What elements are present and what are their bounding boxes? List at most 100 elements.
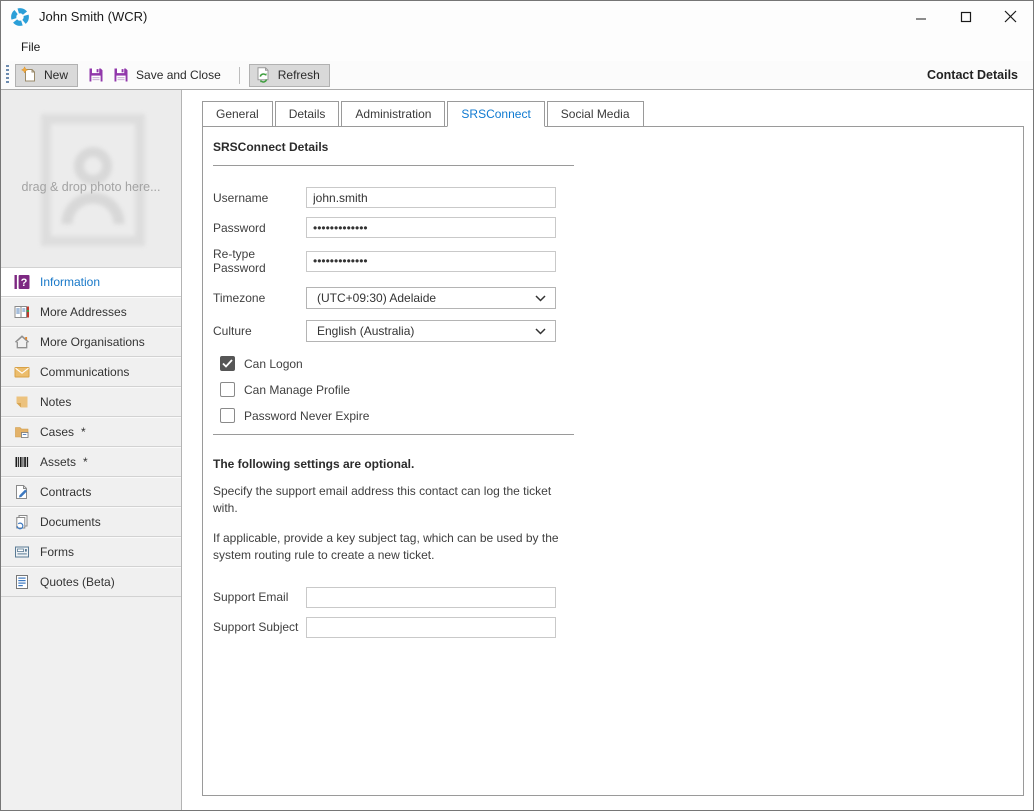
sidebar-item-label: Information [40, 275, 100, 289]
new-button-label: New [44, 68, 68, 82]
form-icon [14, 544, 30, 560]
support-subject-input[interactable] [306, 617, 556, 638]
password-input[interactable] [306, 217, 556, 238]
new-button[interactable]: New [15, 64, 78, 87]
culture-selected-value: English (Australia) [317, 324, 414, 338]
sidebar-item-contracts[interactable]: Contracts [1, 477, 181, 507]
sidebar-item-label: More Addresses [40, 305, 127, 319]
optional-settings-line1: Specify the support email address this c… [213, 483, 565, 518]
sidebar-item-more-addresses[interactable]: More Addresses [1, 297, 181, 327]
support-subject-label: Support Subject [213, 620, 306, 634]
toolbar: New [1, 61, 1033, 90]
tab-panel-srsconnect: SRSConnect Details Username Password Re-… [202, 126, 1024, 796]
sidebar-item-information[interactable]: ? Information [1, 267, 181, 297]
password-label: Password [213, 221, 306, 235]
sidebar-item-label: More Organisations [40, 335, 145, 349]
sidebar-item-cases[interactable]: Cases * [1, 417, 181, 447]
can-manage-profile-label: Can Manage Profile [244, 383, 350, 397]
maximize-icon [960, 11, 972, 23]
password-never-expire-row: Password Never Expire [213, 408, 1003, 423]
save-and-close-button[interactable]: Save and Close [108, 64, 230, 87]
close-icon [1004, 10, 1017, 23]
maximize-button[interactable] [943, 1, 988, 32]
refresh-button[interactable]: Refresh [249, 64, 330, 87]
refresh-icon [254, 66, 272, 84]
chevron-down-icon [535, 328, 546, 335]
section-title: SRSConnect Details [213, 140, 1003, 154]
new-document-icon [20, 66, 38, 84]
photo-placeholder-text: drag & drop photo here... [1, 180, 181, 194]
barcode-icon [14, 454, 30, 470]
sidebar-item-label: Forms [40, 545, 74, 559]
sidebar-item-label: Assets [40, 455, 76, 469]
contract-pen-icon [14, 484, 30, 500]
tab-administration[interactable]: Administration [341, 101, 445, 127]
toolbar-separator [239, 67, 240, 84]
support-email-input[interactable] [306, 587, 556, 608]
organisation-house-icon [14, 334, 30, 350]
culture-label: Culture [213, 324, 306, 338]
save-icon [87, 66, 105, 84]
app-window: John Smith (WCR) File New [0, 0, 1034, 811]
close-button[interactable] [988, 1, 1033, 32]
menu-file[interactable]: File [15, 36, 46, 58]
sidebar-nav: ? Information More Addresses More Organi… [1, 267, 181, 597]
timezone-selected-value: (UTC+09:30) Adelaide [317, 291, 436, 305]
optional-settings-heading: The following settings are optional. [213, 457, 1003, 471]
sidebar-item-label: Documents [40, 515, 101, 529]
sidebar-item-notes[interactable]: Notes [1, 387, 181, 417]
section-divider [213, 434, 574, 435]
chevron-down-icon [535, 295, 546, 302]
username-input[interactable] [306, 187, 556, 208]
title-bar: John Smith (WCR) [1, 1, 1033, 32]
tab-srsconnect[interactable]: SRSConnect [447, 101, 544, 127]
tab-general[interactable]: General [202, 101, 273, 127]
save-and-close-icon [112, 66, 130, 84]
password-never-expire-label: Password Never Expire [244, 409, 369, 423]
sidebar-item-more-organisations[interactable]: More Organisations [1, 327, 181, 357]
sidebar-item-assets[interactable]: Assets * [1, 447, 181, 477]
username-label: Username [213, 191, 306, 205]
timezone-label: Timezone [213, 291, 306, 305]
sidebar-item-label: Cases [40, 425, 74, 439]
tab-social-media[interactable]: Social Media [547, 101, 644, 127]
save-and-close-label: Save and Close [136, 68, 221, 82]
window-title: John Smith (WCR) [39, 9, 147, 24]
sidebar-item-label: Contracts [40, 485, 91, 499]
support-email-label: Support Email [213, 590, 306, 604]
optional-settings-line2: If applicable, provide a key subject tag… [213, 530, 565, 565]
sidebar-item-quotes[interactable]: Quotes (Beta) [1, 567, 181, 597]
app-logo-icon [10, 7, 30, 27]
information-icon: ? [14, 274, 30, 290]
toolbar-drag-grip[interactable] [6, 65, 9, 85]
tab-details[interactable]: Details [275, 101, 340, 127]
tab-strip: General Details Administration SRSConnec… [202, 101, 1024, 127]
minimize-button[interactable] [898, 1, 943, 32]
can-logon-row: Can Logon [213, 356, 1003, 371]
can-manage-profile-row: Can Manage Profile [213, 382, 1003, 397]
sidebar-item-forms[interactable]: Forms [1, 537, 181, 567]
minimize-icon [915, 11, 927, 23]
can-logon-checkbox[interactable] [220, 356, 235, 371]
timezone-select[interactable]: (UTC+09:30) Adelaide [306, 287, 556, 309]
sticky-note-icon [14, 394, 30, 410]
envelope-icon [14, 364, 30, 380]
content-area: General Details Administration SRSConnec… [182, 90, 1033, 810]
sidebar-item-modified-asterisk: * [83, 455, 88, 469]
main-area: drag & drop photo here... ? Information … [1, 90, 1033, 810]
password-never-expire-checkbox[interactable] [220, 408, 235, 423]
sidebar-item-label: Quotes (Beta) [40, 575, 115, 589]
retype-password-input[interactable] [306, 251, 556, 272]
checkmark-icon [222, 359, 233, 368]
address-book-icon [14, 304, 30, 320]
retype-password-label: Re-type Password [213, 247, 306, 275]
sidebar-item-label: Notes [40, 395, 71, 409]
save-button[interactable] [84, 64, 108, 87]
photo-drop-area[interactable]: drag & drop photo here... [1, 90, 181, 267]
sidebar-item-communications[interactable]: Communications [1, 357, 181, 387]
refresh-button-label: Refresh [278, 68, 320, 82]
quote-list-icon [14, 574, 30, 590]
culture-select[interactable]: English (Australia) [306, 320, 556, 342]
can-manage-profile-checkbox[interactable] [220, 382, 235, 397]
sidebar-item-documents[interactable]: Documents [1, 507, 181, 537]
